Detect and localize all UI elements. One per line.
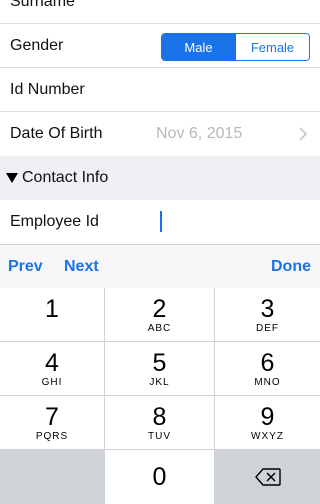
key-2[interactable]: 2 ABC (105, 288, 214, 341)
gender-segmented-control[interactable]: Male Female (161, 33, 310, 61)
id-number-label: Id Number (10, 81, 85, 98)
key-3[interactable]: 3 DEF (215, 288, 320, 341)
date-of-birth-row[interactable]: Date Of Birth Nov 6, 2015 (0, 112, 320, 156)
key-letters: PQRS (35, 430, 69, 442)
key-blank (0, 450, 104, 504)
key-1[interactable]: 1 (0, 288, 104, 341)
text-cursor (160, 211, 162, 232)
section-title: Contact Info (22, 169, 109, 186)
key-letters: ABC (147, 322, 172, 334)
key-number: 5 (152, 348, 167, 377)
contact-info-section-header[interactable]: Contact Info (0, 156, 320, 200)
key-5[interactable]: 5 JKL (105, 342, 214, 395)
numeric-keypad: 1 2 ABC 3 DEF 4 GHI 5 JKL 6 MNO 7 PQRS 8… (0, 288, 320, 504)
date-of-birth-value: Nov 6, 2015 (156, 125, 243, 142)
key-letters: MNO (254, 376, 281, 388)
key-6[interactable]: 6 MNO (215, 342, 320, 395)
chevron-right-icon (299, 127, 308, 141)
key-letters: TUV (148, 430, 171, 442)
key-4[interactable]: 4 GHI (0, 342, 104, 395)
key-0[interactable]: 0 (105, 450, 214, 504)
form: Surname Gender Male Female Id Number Dat… (0, 0, 320, 244)
key-number: 7 (45, 402, 59, 431)
key-8[interactable]: 8 TUV (105, 396, 214, 449)
surname-label: Surname (10, 0, 75, 10)
key-letters: DEF (256, 322, 279, 334)
employee-id-label: Employee Id (10, 213, 99, 230)
key-number: 9 (260, 402, 275, 431)
key-number: 0 (152, 463, 167, 491)
key-number: 8 (152, 402, 167, 431)
prev-button[interactable]: Prev (8, 258, 43, 276)
key-number: 2 (152, 294, 167, 323)
backspace-icon (254, 468, 281, 486)
key-number: 1 (45, 294, 59, 323)
disclosure-triangle-icon (6, 173, 18, 183)
done-button[interactable]: Done (271, 258, 311, 276)
id-number-row[interactable]: Id Number (0, 68, 320, 112)
key-9[interactable]: 9 WXYZ (215, 396, 320, 449)
key-letters: JKL (149, 376, 170, 388)
key-number: 3 (260, 294, 275, 323)
key-number: 6 (260, 348, 275, 377)
gender-option-male[interactable]: Male (162, 34, 235, 60)
next-button[interactable]: Next (64, 258, 99, 276)
date-of-birth-label: Date Of Birth (10, 125, 103, 142)
gender-option-female[interactable]: Female (235, 34, 309, 60)
key-letters: WXYZ (251, 430, 284, 442)
gender-label: Gender (10, 37, 64, 54)
keyboard-toolbar: Prev Next Done (0, 244, 320, 288)
surname-row[interactable]: Surname (0, 0, 320, 24)
gender-row: Gender Male Female (0, 24, 320, 68)
employee-id-row[interactable]: Employee Id (0, 200, 320, 244)
key-number: 4 (45, 348, 59, 377)
delete-key[interactable] (215, 450, 320, 504)
key-7[interactable]: 7 PQRS (0, 396, 104, 449)
key-letters: GHI (41, 376, 63, 388)
